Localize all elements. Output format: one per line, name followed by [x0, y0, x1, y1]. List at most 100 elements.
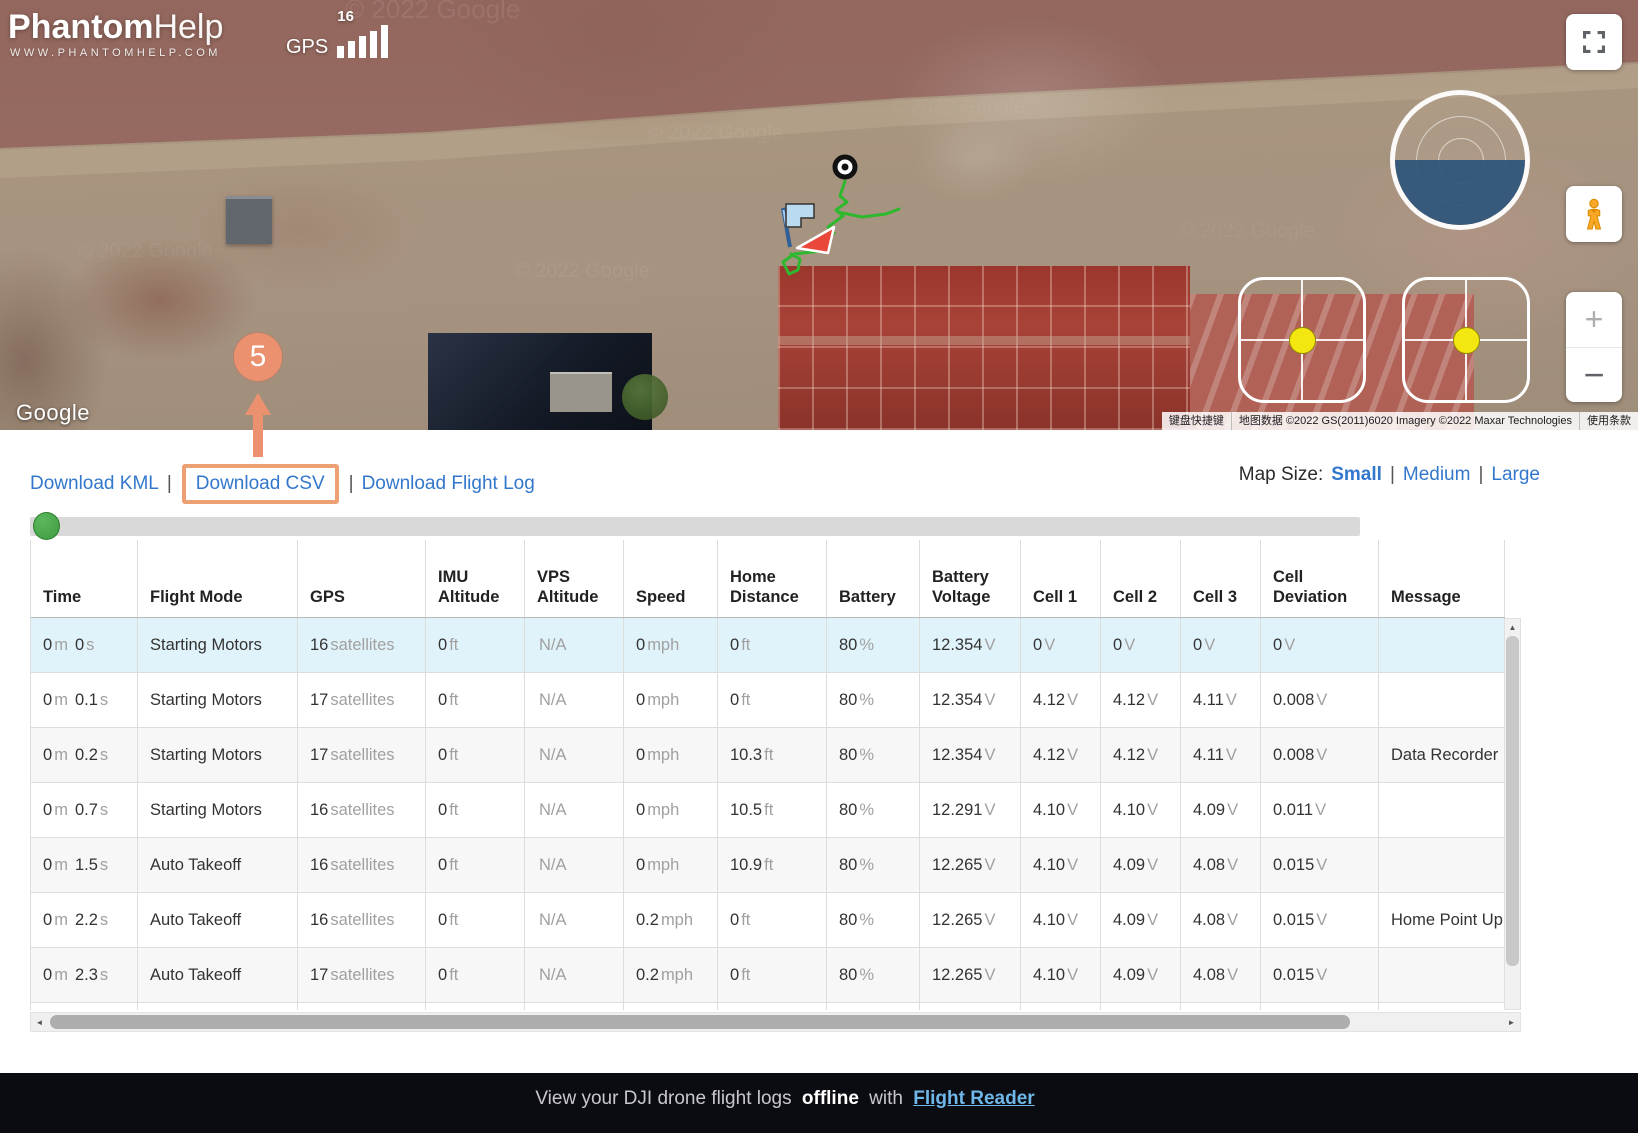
- table-cell: 80%: [827, 783, 920, 837]
- stick-dot-left: [1289, 327, 1316, 354]
- table-cell: [1261, 1003, 1379, 1010]
- zoom-out-button[interactable]: −: [1566, 347, 1622, 403]
- table-cell: 4.09V: [1181, 783, 1261, 837]
- column-header-message: Message: [1379, 540, 1505, 617]
- table-row[interactable]: 0m0.2sStarting Motors17satellites0ftN/A0…: [31, 728, 1505, 783]
- fullscreen-button[interactable]: [1566, 14, 1622, 70]
- table-cell: 4.12V: [1101, 728, 1181, 782]
- column-header-gps: GPS: [298, 540, 426, 617]
- table-cell: 4.12V: [1021, 728, 1101, 782]
- table-cell: 0ft: [426, 783, 525, 837]
- map-size-control: Map Size: Small|Medium|Large: [1239, 464, 1540, 486]
- table-cell: 0ft: [718, 948, 827, 1002]
- step-annotation-arrowhead: [245, 393, 271, 415]
- table-cell: 0V: [1021, 618, 1101, 672]
- map-size-small[interactable]: Small: [1331, 464, 1382, 485]
- table-cell: 0ft: [718, 893, 827, 947]
- table-cell: 4.11V: [1181, 673, 1261, 727]
- table-cell: 4.10V: [1101, 783, 1181, 837]
- table-cell: [525, 1003, 624, 1010]
- table-cell: N/A: [525, 783, 624, 837]
- table-cell: 0ft: [718, 673, 827, 727]
- table-cell: 4.08V: [1181, 838, 1261, 892]
- table-cell: 4.10V: [1021, 783, 1101, 837]
- table-cell: 0mph: [624, 728, 718, 782]
- map-shipping-containers: [778, 266, 1190, 430]
- annotation-highlight-box: Download CSV: [182, 464, 339, 504]
- table-cell: [718, 1003, 827, 1010]
- terms-link[interactable]: 使用条款: [1579, 412, 1638, 430]
- map-size-medium[interactable]: Medium: [1403, 464, 1471, 485]
- table-cell: N/A: [525, 728, 624, 782]
- table-cell: 0V: [1261, 618, 1379, 672]
- table-cell: 4.08V: [1181, 948, 1261, 1002]
- table-cell: 12.265V: [920, 948, 1021, 1002]
- keyboard-shortcuts-link[interactable]: 键盘快捷键: [1162, 412, 1231, 430]
- brand-name-bold: Phantom: [8, 8, 153, 46]
- flight-reader-link[interactable]: Flight Reader: [913, 1088, 1034, 1109]
- column-header-home-distance: Home Distance: [718, 540, 827, 617]
- map-size-options: Small|Medium|Large: [1331, 464, 1540, 486]
- table-cell: 0m2.2s: [31, 893, 138, 947]
- google-logo[interactable]: Google: [16, 400, 90, 426]
- table-cell: 80%: [827, 838, 920, 892]
- table-row[interactable]: 0m0.1sStarting Motors17satellites0ftN/A0…: [31, 673, 1505, 728]
- scroll-left-arrow-icon[interactable]: ◄: [31, 1013, 48, 1031]
- table-row[interactable]: [31, 1003, 1505, 1010]
- table-cell: Auto Takeoff: [138, 893, 298, 947]
- scroll-up-arrow-icon[interactable]: ▲: [1505, 619, 1520, 635]
- separator: |: [1478, 464, 1483, 485]
- scroll-right-arrow-icon[interactable]: ►: [1503, 1013, 1520, 1031]
- column-header-imu-altitude: IMU Altitude: [426, 540, 525, 617]
- table-cell: 80%: [827, 893, 920, 947]
- table-cell: 4.08V: [1181, 893, 1261, 947]
- stick-indicator-right: [1402, 277, 1530, 403]
- download-flight-log-link[interactable]: Download Flight Log: [362, 473, 535, 495]
- table-cell: 0m0.1s: [31, 673, 138, 727]
- table-cell: [920, 1003, 1021, 1010]
- column-header-time: Time: [31, 540, 138, 617]
- table-cell: 0ft: [426, 838, 525, 892]
- table-cell: 16satellites: [298, 783, 426, 837]
- map-size-large[interactable]: Large: [1491, 464, 1540, 485]
- table-cell: 4.10V: [1021, 893, 1101, 947]
- timeline-slider[interactable]: [30, 517, 1360, 536]
- column-header-battery: Battery: [827, 540, 920, 617]
- horizontal-scrollbar[interactable]: ◄ ►: [30, 1012, 1521, 1032]
- zoom-in-button[interactable]: +: [1566, 292, 1622, 347]
- gps-satellite-count: 16: [337, 8, 354, 25]
- table-cell: 4.09V: [1101, 838, 1181, 892]
- table-cell: 4.09V: [1101, 948, 1181, 1002]
- table-cell: [138, 1003, 298, 1010]
- table-cell: 16satellites: [298, 838, 426, 892]
- flight-log-table: TimeFlight ModeGPSIMU AltitudeVPS Altitu…: [30, 540, 1505, 1010]
- download-csv-link[interactable]: Download CSV: [196, 473, 325, 494]
- map-container-aisle: [778, 336, 1190, 345]
- table-cell: 0V: [1101, 618, 1181, 672]
- pegman-button[interactable]: [1566, 186, 1622, 242]
- vertical-scrollbar[interactable]: ▲: [1504, 618, 1521, 1010]
- table-cell: [1379, 618, 1505, 672]
- table-cell: 12.354V: [920, 673, 1021, 727]
- table-row[interactable]: 0m0sStarting Motors16satellites0ftN/A0mp…: [31, 618, 1505, 673]
- table-header-row: TimeFlight ModeGPSIMU AltitudeVPS Altitu…: [31, 540, 1505, 618]
- stick-dot-right: [1453, 327, 1480, 354]
- download-kml-link[interactable]: Download KML: [30, 473, 159, 495]
- table-cell: 17satellites: [298, 728, 426, 782]
- table-row[interactable]: 0m1.5sAuto Takeoff16satellites0ftN/A0mph…: [31, 838, 1505, 893]
- table-cell: 12.354V: [920, 728, 1021, 782]
- table-row[interactable]: 0m2.3sAuto Takeoff17satellites0ftN/A0.2m…: [31, 948, 1505, 1003]
- timeline-slider-handle[interactable]: [33, 512, 60, 540]
- table-cell: 0mph: [624, 618, 718, 672]
- table-cell: [31, 1003, 138, 1010]
- pegman-icon: [1579, 197, 1609, 231]
- horizontal-scrollbar-thumb[interactable]: [50, 1015, 1350, 1029]
- table-row[interactable]: 0m2.2sAuto Takeoff16satellites0ftN/A0.2m…: [31, 893, 1505, 948]
- table-row[interactable]: 0m0.7sStarting Motors16satellites0ftN/A0…: [31, 783, 1505, 838]
- table-cell: N/A: [525, 673, 624, 727]
- table-cell: N/A: [525, 948, 624, 1002]
- table-cell: Auto Takeoff: [138, 838, 298, 892]
- compass-widget[interactable]: [1390, 90, 1530, 230]
- vertical-scrollbar-thumb[interactable]: [1506, 636, 1519, 966]
- table-cell: Auto Takeoff: [138, 948, 298, 1002]
